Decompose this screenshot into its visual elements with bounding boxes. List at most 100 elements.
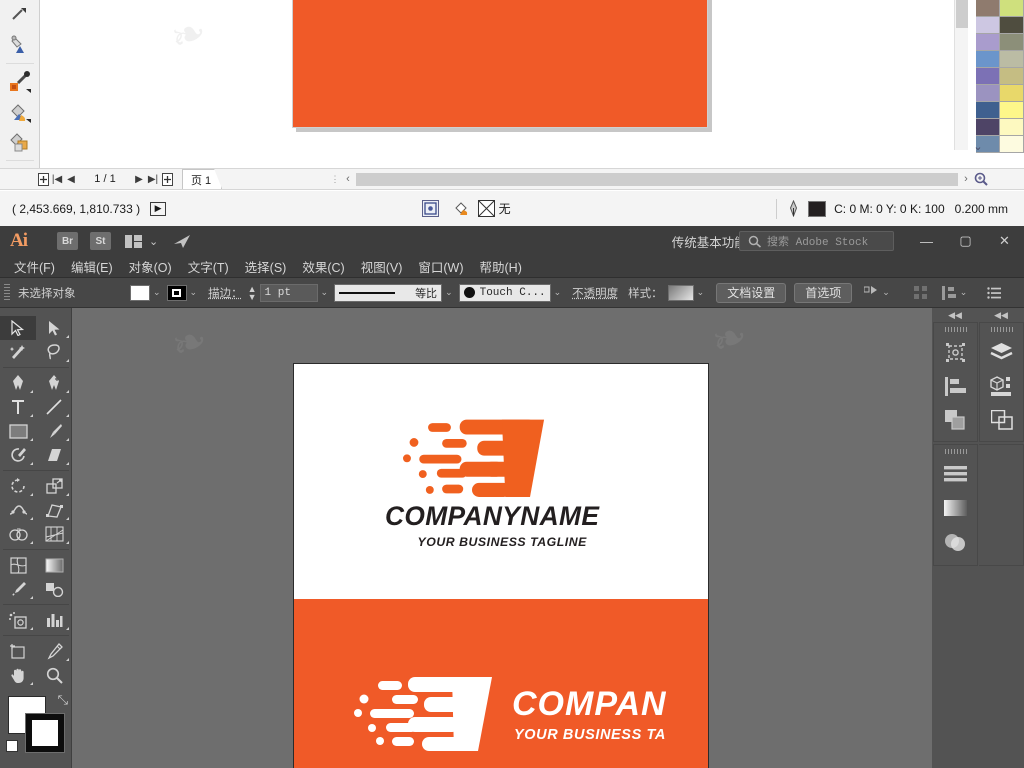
- preferences-button[interactable]: 首选项: [794, 282, 853, 303]
- fill-chevron-down-icon[interactable]: ⌄: [153, 287, 161, 298]
- stroke-color-swatch[interactable]: [808, 200, 827, 217]
- dock-grip-3[interactable]: [934, 445, 977, 457]
- stroke-profile-field[interactable]: 等比: [334, 283, 443, 302]
- width-tool-icon[interactable]: [0, 498, 36, 522]
- no-fill-icon[interactable]: [477, 200, 495, 217]
- palette-swatch[interactable]: [1000, 119, 1024, 136]
- hand-tool-icon[interactable]: [0, 663, 36, 687]
- stroke-color-swatch[interactable]: [166, 284, 187, 301]
- first-page-button[interactable]: |◀: [50, 171, 64, 187]
- palette-swatch[interactable]: [1000, 0, 1024, 17]
- palette-swatch[interactable]: [1000, 102, 1024, 119]
- direct-selection-tool-icon[interactable]: [36, 316, 72, 340]
- brush-definition-field[interactable]: Touch C...: [458, 283, 551, 302]
- minimize-button[interactable]: —: [907, 226, 946, 256]
- fill-tool-icon[interactable]: [0, 30, 40, 60]
- hscroll-right-arrow[interactable]: ›: [958, 173, 974, 185]
- symbol-sprayer-tool-icon[interactable]: [0, 608, 36, 632]
- align-objects-icon[interactable]: [913, 285, 928, 300]
- interactive-fill-tool-icon[interactable]: [0, 97, 40, 127]
- arrange-chevron-down-icon[interactable]: ⌄: [149, 235, 158, 248]
- palette-swatch[interactable]: [1000, 68, 1024, 85]
- zoom-to-fit-icon[interactable]: [974, 172, 990, 186]
- palette-swatch[interactable]: [1000, 136, 1024, 153]
- paintbrush-tool-icon[interactable]: [36, 419, 72, 443]
- column-graph-tool-icon[interactable]: [36, 608, 72, 632]
- palette-column-right[interactable]: [1000, 0, 1024, 153]
- type-tool-icon[interactable]: [0, 395, 36, 419]
- pathfinder-panel-icon[interactable]: [934, 403, 977, 437]
- palette-swatch[interactable]: [976, 34, 1000, 51]
- blend-tool-icon[interactable]: [36, 577, 72, 601]
- artboards-panel-icon[interactable]: [980, 403, 1023, 437]
- palette-swatch[interactable]: [976, 68, 1000, 85]
- smart-fill-tool-icon[interactable]: [0, 127, 40, 157]
- artboard[interactable]: COMPANYNAME YOUR BUSINESS TAGLINE COMPAN…: [293, 363, 709, 768]
- opacity-label[interactable]: 不透明度: [572, 285, 618, 301]
- scrollbar-grip[interactable]: ⋮: [330, 174, 340, 185]
- menu-item-object[interactable]: 对象(O): [121, 255, 180, 278]
- layers-panel-icon[interactable]: [980, 335, 1023, 369]
- fill-color-swatch[interactable]: [130, 284, 150, 301]
- slice-tool-icon[interactable]: [36, 639, 72, 663]
- last-page-button[interactable]: ▶|: [146, 171, 160, 187]
- search-input-placeholder[interactable]: 搜索 Adobe Stock: [767, 233, 868, 249]
- stroke-swatch[interactable]: [25, 713, 65, 753]
- add-page-end-icon[interactable]: [160, 171, 174, 187]
- menu-item-window[interactable]: 窗口(W): [410, 255, 471, 278]
- palette-swatch[interactable]: [976, 102, 1000, 119]
- transparency-panel-icon[interactable]: [934, 525, 977, 559]
- rotate-tool-icon[interactable]: [0, 474, 36, 498]
- mesh-tool-icon[interactable]: [0, 553, 36, 577]
- distribute-chevron-down-icon[interactable]: ⌄: [960, 287, 968, 298]
- menu-item-select[interactable]: 选择(S): [237, 255, 295, 278]
- menu-item-type[interactable]: 文字(T): [180, 255, 237, 278]
- status-expand-button[interactable]: ▶: [150, 201, 167, 216]
- stroke-weight-field[interactable]: 1 pt: [259, 283, 318, 302]
- gradient-panel-icon[interactable]: [934, 491, 977, 525]
- eraser-tool-icon[interactable]: [36, 443, 72, 467]
- next-page-button[interactable]: ▶: [132, 171, 146, 187]
- shaper-tool-icon[interactable]: [0, 443, 36, 467]
- fill-color-icon[interactable]: [453, 200, 472, 217]
- menu-item-help[interactable]: 帮助(H): [472, 255, 530, 278]
- maximize-button[interactable]: ▢: [946, 226, 985, 256]
- dock-grip-2[interactable]: [980, 323, 1023, 335]
- menu-item-view[interactable]: 视图(V): [353, 255, 411, 278]
- zoom-tool-icon[interactable]: [36, 663, 72, 687]
- stroke-weight-chevron-down-icon[interactable]: ⌄: [321, 287, 329, 298]
- object-properties-icon[interactable]: [421, 200, 439, 217]
- shape-tool-icon[interactable]: [0, 0, 40, 30]
- lasso-tool-icon[interactable]: [36, 340, 72, 364]
- line-segment-tool-icon[interactable]: [36, 395, 72, 419]
- illustrator-canvas[interactable]: ❧ ❧ ❧: [72, 308, 932, 768]
- behance-publish-icon[interactable]: [173, 234, 192, 249]
- menu-item-file[interactable]: 文件(F): [6, 255, 63, 278]
- selection-tool-icon[interactable]: [0, 316, 36, 340]
- free-transform-tool-icon[interactable]: [36, 498, 72, 522]
- add-page-start-icon[interactable]: [36, 171, 50, 187]
- scale-tool-icon[interactable]: [36, 474, 72, 498]
- coreldraw-artboard[interactable]: COMPANY YOUR BUSINESS TAGLINE: [292, 0, 708, 128]
- palette-column-left[interactable]: [976, 0, 1000, 153]
- gradient-tool-icon[interactable]: [36, 553, 72, 577]
- palette-swatch[interactable]: [976, 51, 1000, 68]
- coreldraw-color-palette[interactable]: [968, 0, 1024, 155]
- document-setup-button[interactable]: 文档设置: [716, 282, 787, 303]
- style-chevron-down-icon[interactable]: ⌄: [697, 287, 705, 298]
- palette-swatch[interactable]: [976, 17, 1000, 34]
- stroke-chevron-down-icon[interactable]: ⌄: [190, 287, 198, 298]
- stroke-panel-icon[interactable]: [934, 457, 977, 491]
- dock-grip[interactable]: [934, 323, 977, 335]
- bridge-button[interactable]: Br: [57, 232, 78, 250]
- collapse-dock-left-icon[interactable]: ◀◀: [932, 308, 978, 322]
- align-panel-icon[interactable]: [934, 369, 977, 403]
- coreldraw-horizontal-scrollbar[interactable]: ⋮ ‹ ›: [330, 170, 990, 188]
- stroke-weight-stepper[interactable]: ▲ ▼: [248, 284, 257, 301]
- hscroll-track[interactable]: [356, 172, 958, 186]
- palette-swatch[interactable]: [1000, 34, 1024, 51]
- palette-scroll-down-icon[interactable]: ⌄: [968, 140, 988, 156]
- perspective-grid-tool-icon[interactable]: [36, 522, 72, 546]
- hscroll-left-arrow[interactable]: ‹: [340, 173, 356, 185]
- prev-page-button[interactable]: ◀: [64, 171, 78, 187]
